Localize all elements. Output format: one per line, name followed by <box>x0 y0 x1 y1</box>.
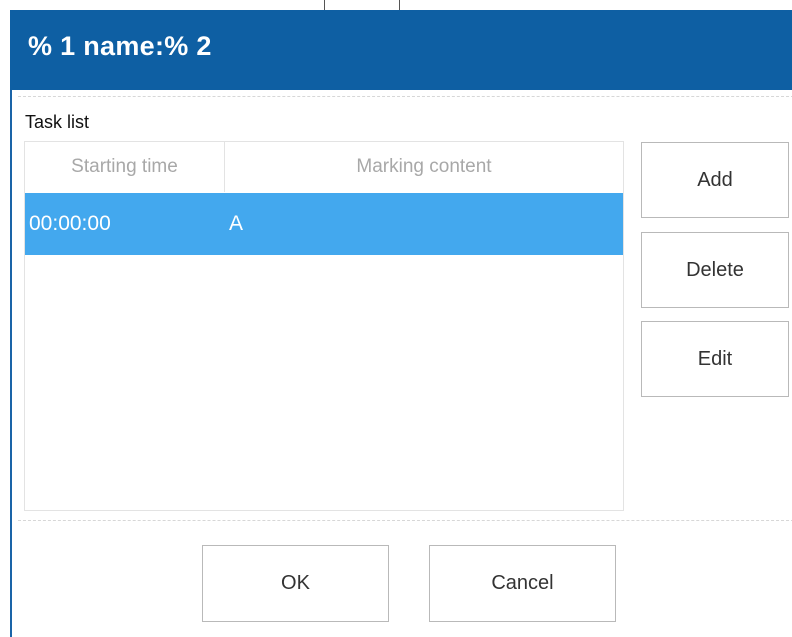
ok-button[interactable]: OK <box>202 545 389 622</box>
task-dialog: Task list Starting time Marking content … <box>10 90 792 637</box>
column-header-starting-time[interactable]: Starting time <box>25 142 224 192</box>
top-divider <box>18 96 792 97</box>
task-list-table[interactable]: Starting time Marking content 00:00:00 A <box>24 141 624 511</box>
column-header-marking-content[interactable]: Marking content <box>225 142 623 192</box>
cancel-button[interactable]: Cancel <box>429 545 616 622</box>
delete-button[interactable]: Delete <box>641 232 789 308</box>
table-header: Starting time Marking content <box>25 142 623 192</box>
footer-divider <box>18 520 792 521</box>
title-bar: % 1 name:% 2 <box>10 10 792 90</box>
cell-marking-content: A <box>229 212 244 235</box>
top-edge-mark <box>324 0 325 10</box>
table-row[interactable]: 00:00:00 A <box>25 193 623 255</box>
add-button[interactable]: Add <box>641 142 789 218</box>
cell-starting-time: 00:00:00 <box>29 212 111 235</box>
top-edge-mark <box>399 0 400 10</box>
edit-button[interactable]: Edit <box>641 321 789 397</box>
task-list-label: Task list <box>25 112 90 132</box>
window-title: % 1 name:% 2 <box>28 31 212 61</box>
